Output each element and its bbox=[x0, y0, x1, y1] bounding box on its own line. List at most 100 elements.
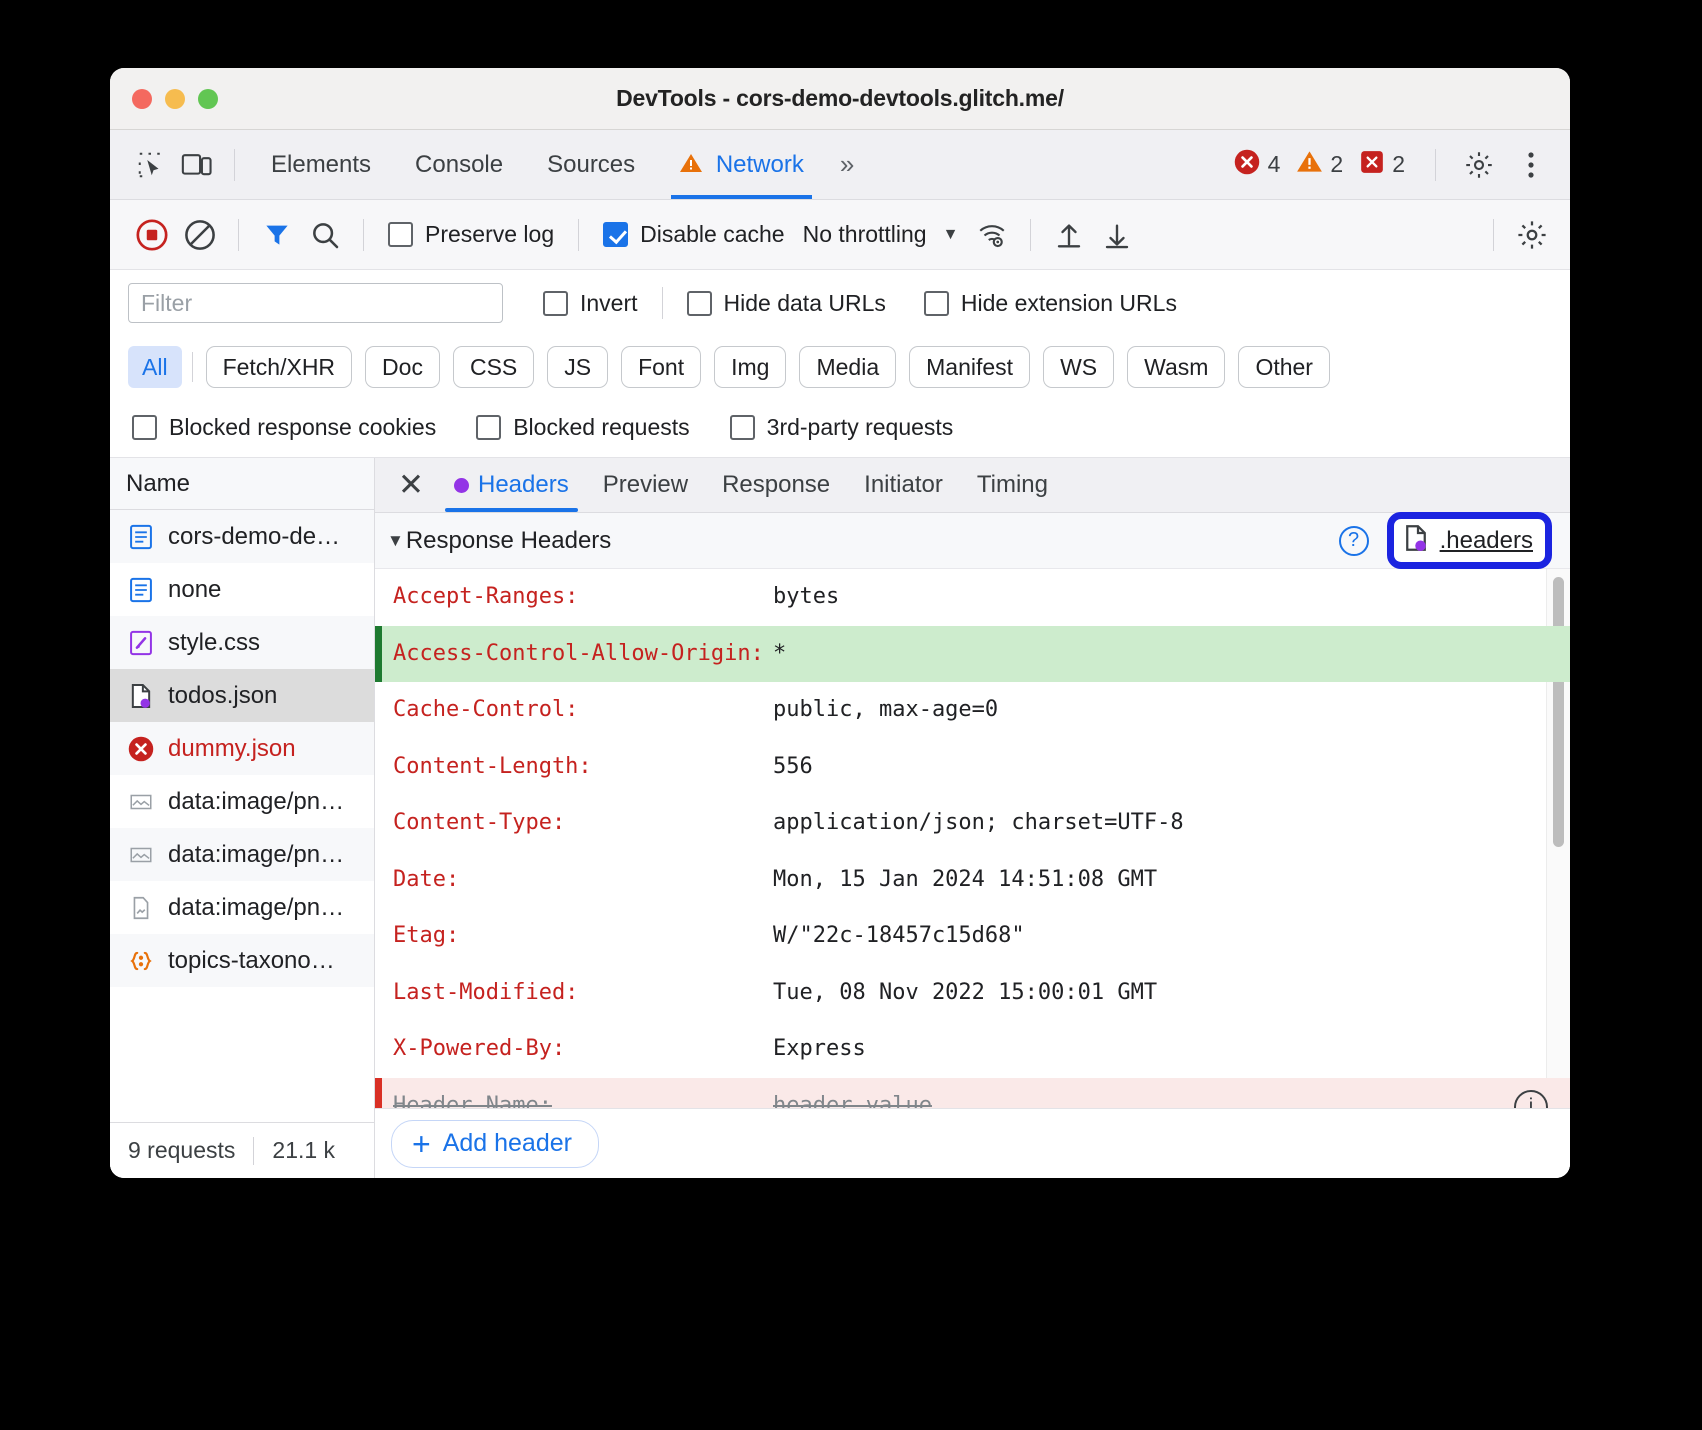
type-filter-all[interactable]: All bbox=[128, 346, 182, 388]
header-value[interactable]: Mon, 15 Jan 2024 14:51:08 GMT bbox=[773, 864, 1570, 897]
warning-counter[interactable]: 2 bbox=[1296, 149, 1353, 180]
type-filter-media[interactable]: Media bbox=[799, 346, 896, 388]
type-filter-manifest[interactable]: Manifest bbox=[909, 346, 1030, 388]
more-options-icon[interactable] bbox=[1508, 142, 1554, 188]
request-row-cors-demo[interactable]: cors-demo-de… bbox=[110, 510, 374, 563]
header-value[interactable]: Tue, 08 Nov 2022 15:00:01 GMT bbox=[773, 977, 1570, 1010]
header-row-date[interactable]: Date: Mon, 15 Jan 2024 14:51:08 GMT bbox=[375, 852, 1570, 909]
stylesheet-icon bbox=[126, 629, 156, 657]
network-conditions-icon[interactable] bbox=[968, 211, 1016, 259]
type-filter-wasm[interactable]: Wasm bbox=[1127, 346, 1225, 388]
export-har-icon[interactable] bbox=[1093, 211, 1141, 259]
header-row-x-powered-by[interactable]: X-Powered-By: Express bbox=[375, 1021, 1570, 1078]
response-headers-section-header[interactable]: ▼ Response Headers ? .headers bbox=[375, 513, 1570, 569]
tab-initiator[interactable]: Initiator bbox=[847, 458, 960, 512]
type-filter-fetch-xhr[interactable]: Fetch/XHR bbox=[206, 346, 352, 388]
tab-console[interactable]: Console bbox=[393, 131, 525, 199]
header-value[interactable]: application/json; charset=UTF-8 bbox=[773, 807, 1570, 840]
add-header-button[interactable]: + Add header bbox=[391, 1120, 599, 1168]
device-toolbar-icon[interactable] bbox=[174, 142, 220, 188]
info-icon[interactable]: i bbox=[1514, 1090, 1548, 1108]
request-row-data-image-3[interactable]: data:image/pn… bbox=[110, 881, 374, 934]
throttling-select[interactable]: No throttling bbox=[803, 221, 927, 248]
header-value[interactable]: bytes bbox=[773, 581, 1570, 614]
blocked-filters-row: Blocked response cookies Blocked request… bbox=[110, 398, 1570, 458]
checkbox-box bbox=[476, 415, 501, 440]
issue-counter[interactable]: 2 bbox=[1359, 149, 1415, 181]
request-row-style-css[interactable]: style.css bbox=[110, 616, 374, 669]
close-icon[interactable]: ✕ bbox=[385, 459, 437, 511]
tab-preview[interactable]: Preview bbox=[586, 458, 705, 512]
header-value[interactable]: W/"22c-18457c15d68" bbox=[773, 920, 1570, 953]
preserve-log-checkbox[interactable]: Preserve log bbox=[378, 221, 564, 248]
header-row-access-control-allow-origin[interactable]: Access-Control-Allow-Origin: * bbox=[375, 626, 1570, 683]
checkbox-box bbox=[388, 222, 413, 247]
type-filter-font[interactable]: Font bbox=[621, 346, 701, 388]
headers-file-icon bbox=[1402, 523, 1430, 558]
type-filter-doc[interactable]: Doc bbox=[365, 346, 440, 388]
header-value[interactable]: Express bbox=[773, 1033, 1570, 1066]
header-row-content-type[interactable]: Content-Type: application/json; charset=… bbox=[375, 795, 1570, 852]
clear-icon[interactable] bbox=[176, 211, 224, 259]
type-filter-img[interactable]: Img bbox=[714, 346, 786, 388]
header-row-cache-control[interactable]: Cache-Control: public, max-age=0 bbox=[375, 682, 1570, 739]
header-row-content-length[interactable]: Content-Length: 556 bbox=[375, 739, 1570, 796]
hide-data-urls-checkbox[interactable]: Hide data URLs bbox=[677, 290, 896, 317]
disable-cache-checkbox[interactable]: Disable cache bbox=[593, 221, 794, 248]
header-value[interactable]: public, max-age=0 bbox=[773, 694, 1570, 727]
override-dot-icon bbox=[454, 478, 469, 493]
invert-checkbox[interactable]: Invert bbox=[533, 290, 648, 317]
maximize-window-button[interactable] bbox=[198, 89, 218, 109]
tab-sources[interactable]: Sources bbox=[525, 131, 657, 199]
type-filter-ws[interactable]: WS bbox=[1043, 346, 1114, 388]
header-row-removed-header-name[interactable]: Header-Name: header value i bbox=[375, 1078, 1570, 1108]
devtools-tabbar: Elements Console Sources Network » 4 bbox=[110, 130, 1570, 200]
headers-override-badge[interactable]: .headers bbox=[1387, 512, 1552, 569]
minimize-window-button[interactable] bbox=[165, 89, 185, 109]
more-tabs-button[interactable]: » bbox=[826, 149, 865, 180]
type-filter-css[interactable]: CSS bbox=[453, 346, 534, 388]
request-row-none[interactable]: none bbox=[110, 563, 374, 616]
blocked-requests-checkbox[interactable]: Blocked requests bbox=[472, 414, 725, 441]
triangle-expanded-icon[interactable]: ▼ bbox=[387, 531, 404, 551]
header-row-accept-ranges[interactable]: Accept-Ranges: bytes bbox=[375, 569, 1570, 626]
import-har-icon[interactable] bbox=[1045, 211, 1093, 259]
header-name: Content-Type: bbox=[375, 807, 773, 840]
plus-icon: + bbox=[412, 1128, 431, 1160]
gear-icon[interactable] bbox=[1456, 142, 1502, 188]
tab-headers[interactable]: Headers bbox=[437, 458, 586, 512]
type-filter-other[interactable]: Other bbox=[1238, 346, 1330, 388]
error-counter[interactable]: 4 bbox=[1233, 148, 1291, 182]
tab-network[interactable]: Network bbox=[657, 131, 826, 199]
request-row-topics-taxonomy[interactable]: topics-taxono… bbox=[110, 934, 374, 987]
hide-extension-urls-checkbox[interactable]: Hide extension URLs bbox=[914, 290, 1187, 317]
header-row-last-modified[interactable]: Last-Modified: Tue, 08 Nov 2022 15:00:01… bbox=[375, 965, 1570, 1022]
header-value[interactable]: 556 bbox=[773, 751, 1570, 784]
tab-response[interactable]: Response bbox=[705, 458, 847, 512]
request-row-todos-json[interactable]: todos.json bbox=[110, 669, 374, 722]
network-settings-icon[interactable] bbox=[1508, 211, 1556, 259]
inspect-element-icon[interactable] bbox=[128, 142, 174, 188]
header-row-etag[interactable]: Etag: W/"22c-18457c15d68" bbox=[375, 908, 1570, 965]
tab-timing[interactable]: Timing bbox=[960, 458, 1065, 512]
header-value[interactable]: * bbox=[773, 638, 1570, 671]
issue-icon bbox=[1359, 149, 1385, 181]
third-party-requests-checkbox[interactable]: 3rd-party requests bbox=[726, 414, 990, 441]
header-value[interactable]: header value bbox=[773, 1090, 1514, 1108]
filter-input[interactable] bbox=[128, 283, 503, 323]
requests-column-header[interactable]: Name bbox=[110, 458, 374, 510]
request-row-dummy-json[interactable]: dummy.json bbox=[110, 722, 374, 775]
blocked-response-cookies-checkbox[interactable]: Blocked response cookies bbox=[128, 414, 472, 441]
type-filter-js[interactable]: JS bbox=[547, 346, 608, 388]
tab-elements[interactable]: Elements bbox=[249, 131, 393, 199]
help-icon[interactable]: ? bbox=[1339, 526, 1369, 556]
requests-list[interactable]: cors-demo-de… none style.css bbox=[110, 510, 374, 1122]
filter-icon[interactable] bbox=[253, 211, 301, 259]
search-icon[interactable] bbox=[301, 211, 349, 259]
request-row-data-image-2[interactable]: data:image/pn… bbox=[110, 828, 374, 881]
tab-label: Preview bbox=[603, 458, 688, 512]
record-stop-icon[interactable] bbox=[128, 211, 176, 259]
close-window-button[interactable] bbox=[132, 89, 152, 109]
chevron-down-icon[interactable]: ▼ bbox=[943, 226, 959, 244]
request-row-data-image-1[interactable]: data:image/pn… bbox=[110, 775, 374, 828]
